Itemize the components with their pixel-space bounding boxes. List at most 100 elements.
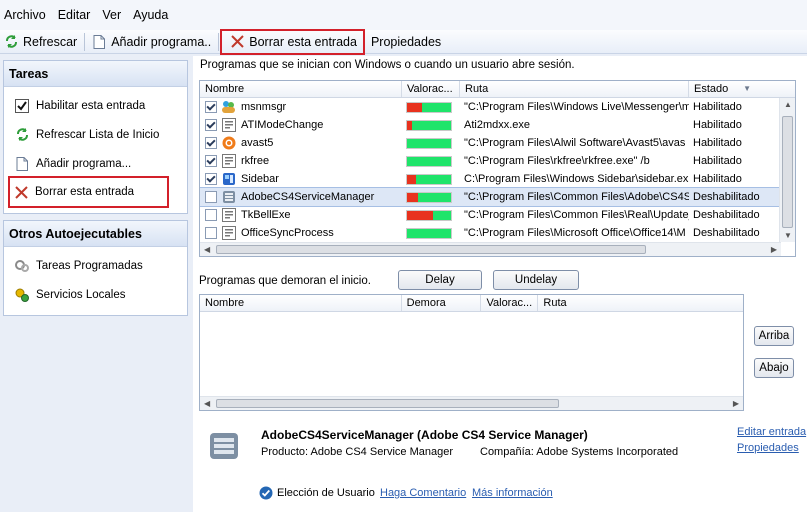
col-name[interactable]: Nombre [200,81,402,97]
startup-hscroll[interactable]: ◀ ▶ [200,242,781,256]
tasks-title: Tareas [4,61,187,87]
program-path: "C:\Program Files\Alwil Software\Avast5\… [464,137,686,149]
delayed-list-header: Nombre Demora Valorac... Ruta [200,295,743,312]
edit-entry-link[interactable]: Editar entrada [737,426,806,438]
rating-bar [406,101,452,113]
startup-row[interactable]: msnmsgr "C:\Program Files\Windows Live\Me… [200,98,795,116]
user-choice[interactable]: Elección de Usuario [259,486,375,500]
menu-bar: Archivo Editar Ver Ayuda [0,0,807,30]
program-path: C:\Program Files\Windows Sidebar\sidebar… [464,173,689,185]
enable-checkbox[interactable] [205,155,217,167]
col-rating[interactable]: Valorac... [402,81,460,97]
delayed-hscroll-thumb[interactable] [216,399,559,408]
task-delete-entry[interactable]: Borrar esta entrada [8,176,169,208]
scroll-right-icon[interactable]: ▶ [771,245,777,254]
col-path[interactable]: Ruta [460,81,689,97]
enable-checkbox[interactable] [205,173,217,185]
document-icon [92,34,106,49]
scheduled-tasks-link[interactable]: Tareas Programadas [4,251,187,280]
startup-row[interactable]: OfficeSyncProcess "C:\Program Files\Micro… [200,224,795,242]
col-path[interactable]: Ruta [538,295,743,311]
task-refresh-list[interactable]: Refrescar Lista de Inicio [4,120,187,149]
tasks-panel: Tareas Habilitar esta entrada Refrescar … [3,60,188,214]
toolbar-separator [218,32,220,51]
enable-checkbox[interactable] [205,209,217,221]
delayed-caption: Programas que demoran el inicio. [199,275,371,287]
startup-list-header: Nombre Valorac... Ruta Estado ▼ [200,81,795,98]
move-down-button[interactable]: Abajo [754,358,794,378]
properties-button[interactable]: Propiedades [367,31,445,53]
menu-ayuda[interactable]: Ayuda [133,8,168,22]
startup-vscroll-thumb[interactable] [782,116,793,228]
program-name: Sidebar [241,173,279,185]
task-add-program[interactable]: Añadir programa... [4,149,187,178]
program-name: TkBellExe [241,209,291,221]
rating-bar [406,119,452,131]
enable-checkbox[interactable] [205,227,217,239]
properties-link[interactable]: Propiedades [737,442,799,454]
program-status: Habilitado [693,137,742,149]
rating-bar [406,173,452,185]
refresh-icon [14,127,30,143]
other-autoruns-title: Otros Autoejecutables [4,221,187,247]
col-delay[interactable]: Demora [402,295,482,311]
startup-row[interactable]: rkfree "C:\Program Files\rkfree\rkfree.ex… [200,152,795,170]
program-path: "C:\Program Files\Common Files\Real\Upda… [464,209,689,221]
program-path: "C:\Program Files\Common Files\Adobe\CS4… [464,191,689,203]
messenger-icon [221,100,236,114]
startup-row[interactable]: ATIModeChange Ati2mdxx.exe Habilitado [200,116,795,134]
startup-row[interactable]: AdobeCS4ServiceManager "C:\Program Files\… [200,187,795,207]
enable-checkbox[interactable] [205,119,217,131]
rating-bar [406,191,452,203]
col-rating[interactable]: Valorac... [481,295,539,311]
refresh-button[interactable]: Refrescar [0,31,81,53]
undelay-button[interactable]: Undelay [493,270,579,290]
program-name: AdobeCS4ServiceManager [241,191,375,203]
local-services-link[interactable]: Servicios Locales [4,280,187,309]
menu-editar[interactable]: Editar [58,8,91,22]
refresh-icon [4,35,18,49]
startup-rows: msnmsgr "C:\Program Files\Windows Live\Me… [200,98,795,242]
col-name[interactable]: Nombre [200,295,402,311]
delayed-list[interactable]: Nombre Demora Valorac... Ruta ◀ ▶ [199,294,744,411]
program-path: "C:\Program Files\rkfree\rkfree.exe" /b [464,155,650,167]
enable-checkbox[interactable] [205,137,217,149]
delete-entry-button[interactable]: Borrar esta entrada [220,28,365,55]
startup-hscroll-thumb[interactable] [216,245,646,254]
menu-ver[interactable]: Ver [102,8,121,22]
details-product: Producto: Adobe CS4 Service Manager [261,446,454,458]
scroll-up-icon[interactable]: ▲ [784,100,792,109]
startup-row[interactable]: TkBellExe "C:\Program Files\Common Files\… [200,206,795,224]
startup-row[interactable]: Sidebar C:\Program Files\Windows Sidebar\… [200,170,795,188]
service-manager-icon [221,190,236,204]
move-up-button[interactable]: Arriba [754,326,794,346]
add-program-button[interactable]: Añadir programa.. [88,31,215,53]
sidebar-icon [221,172,236,186]
more-info-link[interactable]: Más información [472,487,553,499]
startup-caption: Programas que se inician con Windows o c… [200,59,575,71]
enable-checkbox[interactable] [205,101,217,113]
scroll-right-icon[interactable]: ▶ [733,399,739,408]
col-status[interactable]: Estado ▼ [689,81,781,97]
delay-button[interactable]: Delay [398,270,482,290]
rating-bar [406,155,452,167]
task-enable-entry[interactable]: Habilitar esta entrada [4,91,187,120]
scroll-left-icon[interactable]: ◀ [204,399,210,408]
comment-link[interactable]: Haga Comentario [380,487,466,499]
menu-archivo[interactable]: Archivo [4,8,46,22]
startup-vscroll[interactable]: ▲ ▼ [779,98,795,242]
program-path: Ati2mdxx.exe [464,119,531,131]
program-status: Habilitado [693,119,742,131]
left-pane: Tareas Habilitar esta entrada Refrescar … [3,60,188,322]
startup-row[interactable]: avast5 "C:\Program Files\Alwil Software\A… [200,134,795,152]
checkmark-icon [14,98,30,114]
enable-checkbox[interactable] [205,191,217,203]
scroll-left-icon[interactable]: ◀ [204,245,210,254]
rating-bar [406,227,452,239]
toolbar-separator [84,32,86,51]
program-name: msnmsgr [241,101,287,113]
scroll-down-icon[interactable]: ▼ [784,231,792,240]
startup-list[interactable]: Nombre Valorac... Ruta Estado ▼ msnmsgr "… [199,80,796,257]
delayed-hscroll[interactable]: ◀ ▶ [200,396,743,410]
avast-icon [221,136,236,150]
